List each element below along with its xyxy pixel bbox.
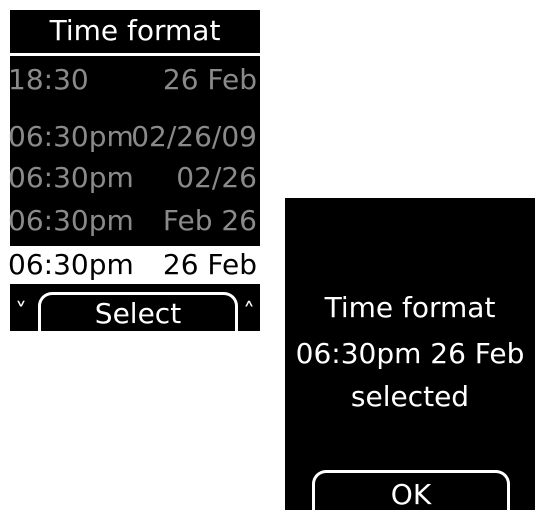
menu-title: Time format [10, 10, 260, 52]
time-format-option-1[interactable]: 18:30 26 Feb [8, 61, 260, 99]
option-date: 26 Feb [162, 248, 257, 281]
time-format-menu-screen: Time format 18:30 26 Feb 06:30pm 02/26/0… [8, 10, 260, 331]
option-date: 02/26 [176, 161, 257, 194]
option-time: 06:30pm [8, 204, 134, 237]
ok-button[interactable]: OK [312, 470, 510, 513]
time-format-option-3[interactable]: 06:30pm 02/26 [8, 159, 260, 197]
confirmation-value: 06:30pm 26 Feb [295, 337, 525, 370]
time-format-option-5[interactable]: 06:30pm 26 Feb [8, 246, 260, 284]
confirmation-title: Time format [324, 291, 496, 324]
select-button[interactable]: Select [38, 292, 238, 331]
confirmation-screen: Time format 06:30pm 26 Feb selected OK [285, 198, 535, 513]
softkey-bar: ˅ Select ˄ [10, 292, 260, 331]
option-date: 02/26/09 [131, 120, 257, 153]
time-format-option-2[interactable]: 06:30pm 02/26/09 [8, 118, 260, 156]
title-divider [10, 53, 260, 56]
option-date: 26 Feb [162, 63, 257, 96]
scroll-up-icon[interactable]: ˄ [238, 294, 260, 330]
time-format-option-4[interactable]: 06:30pm Feb 26 [8, 202, 260, 240]
option-time: 18:30 [8, 63, 89, 96]
option-time: 06:30pm [8, 120, 134, 153]
option-date: Feb 26 [162, 204, 257, 237]
option-time: 06:30pm [8, 161, 134, 194]
option-time: 06:30pm [8, 248, 134, 281]
confirmation-status: selected [350, 380, 470, 413]
scroll-down-icon[interactable]: ˅ [10, 294, 32, 330]
